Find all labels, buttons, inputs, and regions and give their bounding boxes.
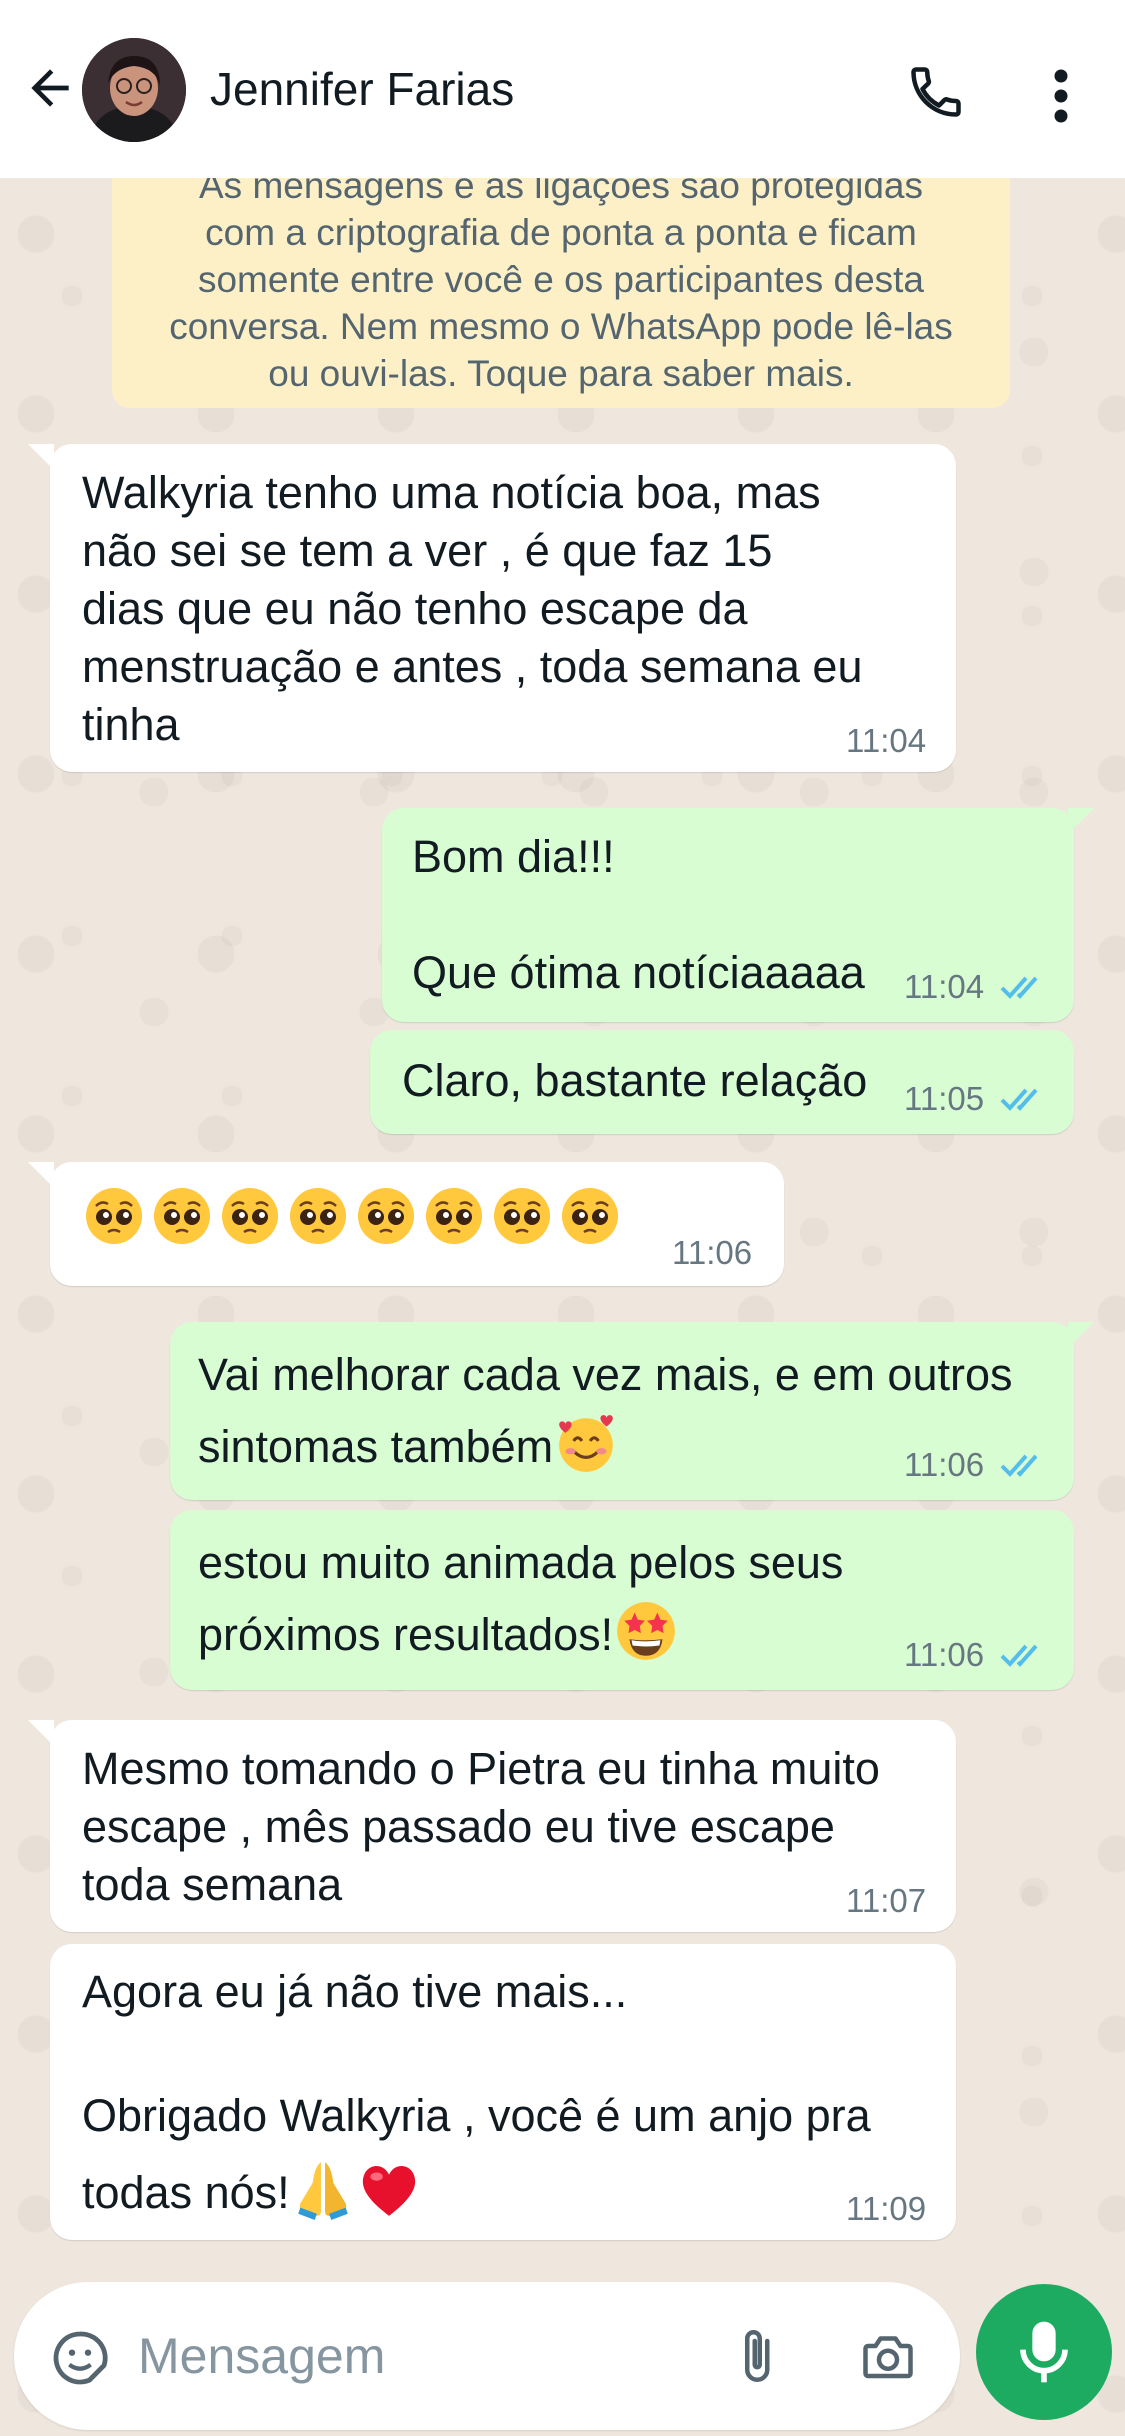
message-text: toda semana <box>82 1859 343 1910</box>
message-text: não sei se tem a ver , é que faz 15 <box>82 525 773 576</box>
message-time: 11:09 <box>846 2190 927 2227</box>
message-time: 11:04 <box>904 968 985 1005</box>
attach-icon[interactable] <box>726 2322 786 2390</box>
message-bubble-outgoing[interactable]: estou muito animada pelos seus próximos … <box>170 1510 1074 1690</box>
message-text: Que ótima notíciaaaaa <box>412 947 865 998</box>
voice-message-button[interactable] <box>976 2284 1112 2420</box>
camera-icon[interactable] <box>856 2326 920 2386</box>
pleading-face-icon <box>562 1188 618 1244</box>
pleading-face-icon <box>290 1188 346 1244</box>
message-text: próximos resultados! <box>198 1609 614 1660</box>
smiling-face-with-hearts-icon <box>559 1415 613 1472</box>
encryption-notice-line: ou ouvi-las. Toque para saber mais. <box>268 353 854 394</box>
encryption-notice-line: com a criptografia de ponta a ponta e fi… <box>205 212 917 253</box>
message-text: estou muito animada pelos seus <box>198 1537 844 1588</box>
message-bubble-outgoing[interactable]: Bom dia!!! Que ótima notíciaaaaa 11:04 <box>382 808 1074 1022</box>
message-text <box>412 886 865 944</box>
message-time: 11:05 <box>904 1080 985 1117</box>
message-text: Bom dia!!! <box>412 831 615 882</box>
pleading-face-icon <box>86 1188 142 1244</box>
message-text: todas nós! <box>82 2167 290 2218</box>
message-text <box>82 2022 871 2082</box>
read-receipt-icon <box>1000 1088 1038 1111</box>
back-arrow-icon[interactable] <box>22 60 78 116</box>
encryption-notice[interactable]: As mensagens e as ligações são protegida… <box>112 150 1010 408</box>
pleading-face-icon <box>426 1188 482 1244</box>
emoji-row <box>82 1184 626 1264</box>
read-receipt-icon <box>1000 1454 1038 1477</box>
message-bubble-incoming[interactable]: Mesmo tomando o Pietra eu tinha muito es… <box>50 1720 956 1932</box>
pleading-face-icon <box>494 1188 550 1244</box>
red-heart-icon <box>362 2166 415 2216</box>
message-time: 11:06 <box>904 1636 985 1673</box>
contact-avatar[interactable] <box>82 38 186 142</box>
message-time: 11:06 <box>904 1446 985 1483</box>
message-input[interactable] <box>138 2316 698 2396</box>
message-text: Claro, bastante relação <box>402 1055 868 1106</box>
encryption-notice-line: conversa. Nem mesmo o WhatsApp pode lê-l… <box>169 306 953 347</box>
message-bubble-outgoing[interactable]: Claro, bastante relação 11:05 <box>370 1030 1074 1134</box>
pleading-face-icon <box>154 1188 210 1244</box>
voice-call-icon[interactable] <box>906 62 966 122</box>
pleading-face-icon <box>222 1188 278 1244</box>
message-text: escape , mês passado eu tive escape <box>82 1801 835 1852</box>
chat-header: Jennifer Farias <box>0 0 1125 178</box>
message-composer <box>14 2282 960 2430</box>
more-options-icon[interactable] <box>1050 66 1072 126</box>
read-receipt-icon <box>1000 1644 1038 1667</box>
microphone-icon <box>1020 2321 1068 2383</box>
message-time: 11:06 <box>672 1234 753 1271</box>
message-text: Obrigado Walkyria , você é um anjo pra <box>82 2090 871 2141</box>
contact-name[interactable]: Jennifer Farias <box>210 62 514 116</box>
message-text: tinha <box>82 699 180 750</box>
message-time: 11:04 <box>846 722 927 759</box>
folded-hands-icon <box>297 2162 348 2220</box>
sticker-icon[interactable] <box>48 2326 112 2390</box>
read-receipt-icon <box>1000 976 1038 999</box>
message-time: 11:07 <box>846 1882 927 1919</box>
message-text: Walkyria tenho uma notícia boa, mas <box>82 467 821 518</box>
message-text: Vai melhorar cada vez mais, e em outros <box>198 1349 1013 1400</box>
message-text: Agora eu já não tive mais... <box>82 1966 628 2017</box>
message-bubble-incoming[interactable]: 11:06 <box>50 1162 784 1286</box>
message-text: Mesmo tomando o Pietra eu tinha muito <box>82 1743 880 1794</box>
message-bubble-incoming[interactable]: Agora eu já não tive mais... Obrigado Wa… <box>50 1944 956 2240</box>
pleading-face-icon <box>358 1188 414 1244</box>
encryption-notice-line: somente entre você e os participantes de… <box>197 259 925 300</box>
message-text: dias que eu não tenho escape da <box>82 583 748 634</box>
message-bubble-outgoing[interactable]: Vai melhorar cada vez mais, e em outros … <box>170 1322 1074 1500</box>
message-bubble-incoming[interactable]: Walkyria tenho uma notícia boa, mas não … <box>50 444 956 772</box>
star-struck-icon <box>617 1602 676 1660</box>
message-text: sintomas também <box>198 1421 554 1472</box>
message-text: menstruação e antes , toda semana eu <box>82 641 863 692</box>
